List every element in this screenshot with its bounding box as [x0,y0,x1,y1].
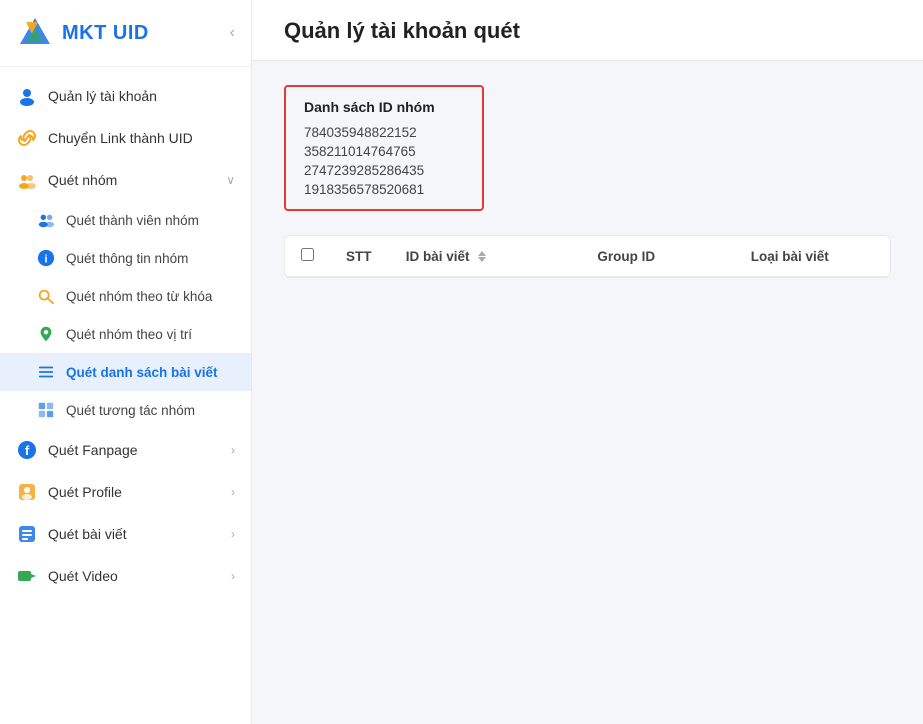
sidebar-item-quet-tu-khoa[interactable]: Quét nhóm theo từ khóa [0,277,251,315]
logo-area: MKT UID ‹ [0,0,251,67]
sidebar-item-quan-ly-tai-khoan[interactable]: Quản lý tài khoản [0,75,251,117]
group-id-item: 2747239285286435 [304,163,464,178]
profile-icon [16,481,38,503]
data-table: STT ID bài viết Group ID [285,236,890,277]
sidebar-item-chuyen-link[interactable]: Chuyển Link thành UID [0,117,251,159]
table-col-stt: STT [330,236,390,277]
page-title: Quản lý tài khoản quét [284,18,891,44]
members-icon [36,210,56,230]
table-col-group-id: Group ID [581,236,734,277]
person-icon [16,85,38,107]
sort-icon [478,251,486,262]
sidebar-item-quet-thong-tin[interactable]: i Quét thông tin nhóm [0,239,251,277]
sidebar-sub-label: Quét thành viên nhóm [66,213,199,228]
main-content: Quản lý tài khoản quét Danh sách ID nhóm… [252,0,923,724]
sidebar-item-quet-video[interactable]: Quét Video › [0,555,251,597]
group-id-item: 1918356578520681 [304,182,464,197]
list-icon [36,362,56,382]
group-id-box-title: Danh sách ID nhóm [304,99,464,115]
sidebar-item-quet-tuong-tac[interactable]: Quét tương tác nhóm [0,391,251,429]
key-icon [36,286,56,306]
sidebar-item-label: Quét Video [48,568,221,584]
sidebar-sub-label: Quét nhóm theo vị trí [66,327,192,342]
sidebar-sub-label: Quét thông tin nhóm [66,251,188,266]
table-col-checkbox [285,236,330,277]
location-icon [36,324,56,344]
sidebar-sub-label: Quét danh sách bài viết [66,365,218,380]
group-icon [16,169,38,191]
interaction-icon [36,400,56,420]
data-table-wrapper: STT ID bài viết Group ID [284,235,891,278]
info-icon: i [36,248,56,268]
logo-text: MKT UID [62,22,149,45]
sidebar-item-quet-danh-sach-bai-viet[interactable]: Quét danh sách bài viết [0,353,251,391]
chevron-right-icon: › [231,527,235,541]
sidebar-item-quet-thanh-vien[interactable]: Quét thành viên nhóm [0,201,251,239]
sidebar-item-label: Quét bài viết [48,526,221,542]
sidebar-item-label: Quét nhóm [48,172,216,188]
table-col-loai-bai-viet: Loại bài viết [735,236,890,277]
fanpage-icon: f [16,439,38,461]
chevron-down-icon: ∨ [226,173,235,187]
chevron-right-icon: › [231,443,235,457]
sidebar-item-quet-nhom[interactable]: Quét nhóm ∨ [0,159,251,201]
sidebar: MKT UID ‹ Quản lý tài khoản Chuyển Link … [0,0,252,724]
group-id-item: 358211014764765 [304,144,464,159]
table-col-id-bai-viet[interactable]: ID bài viết [390,236,582,277]
chevron-right-icon: › [231,569,235,583]
svg-text:i: i [45,254,48,266]
link-icon [16,127,38,149]
video-icon [16,565,38,587]
sidebar-item-label: Quản lý tài khoản [48,88,235,104]
sidebar-collapse-button[interactable]: ‹ [230,24,235,42]
svg-text:f: f [25,443,30,458]
group-id-item: 784035948822152 [304,125,464,140]
sidebar-item-quet-bai-viet[interactable]: Quét bài viết › [0,513,251,555]
group-id-list: 784035948822152 358211014764765 27472392… [304,125,464,197]
main-body: Danh sách ID nhóm 784035948822152 358211… [252,61,923,724]
table-header-row: STT ID bài viết Group ID [285,236,890,277]
sidebar-item-quet-vi-tri[interactable]: Quét nhóm theo vị trí [0,315,251,353]
sidebar-item-label: Chuyển Link thành UID [48,130,235,146]
sidebar-sub-label: Quét tương tác nhóm [66,403,195,418]
sidebar-item-quet-profile[interactable]: Quét Profile › [0,471,251,513]
sidebar-item-label: Quét Profile [48,484,221,500]
chevron-right-icon: › [231,485,235,499]
logo-icon [16,14,54,52]
group-id-box: Danh sách ID nhóm 784035948822152 358211… [284,85,484,211]
sidebar-item-label: Quét Fanpage [48,442,221,458]
select-all-checkbox[interactable] [301,248,314,261]
sidebar-nav: Quản lý tài khoản Chuyển Link thành UID … [0,67,251,724]
main-header: Quản lý tài khoản quét [252,0,923,61]
sidebar-item-quet-fanpage[interactable]: f Quét Fanpage › [0,429,251,471]
sidebar-sub-label: Quét nhóm theo từ khóa [66,289,212,304]
post-icon [16,523,38,545]
